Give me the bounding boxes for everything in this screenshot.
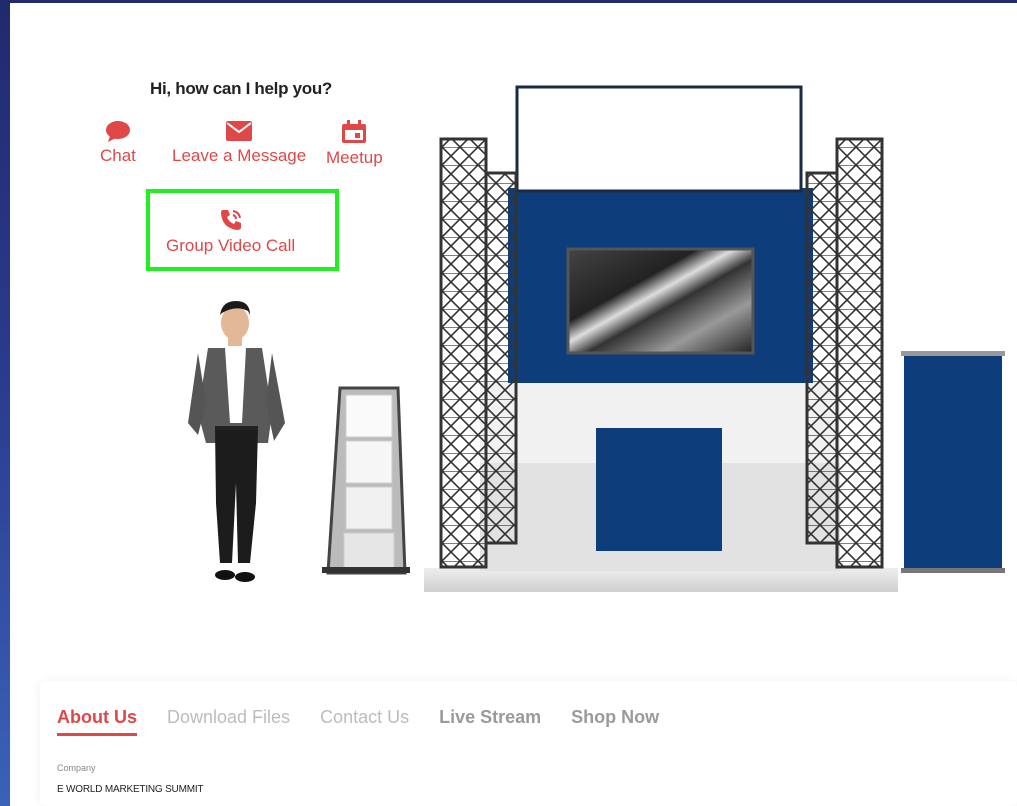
- tab-download-files[interactable]: Download Files: [167, 707, 290, 728]
- envelope-icon: [226, 121, 253, 141]
- calendar-icon: [342, 120, 367, 143]
- help-prompt: Hi, how can I help you?: [150, 79, 333, 98]
- rollup-banner: [904, 355, 1002, 570]
- chat-label: Chat: [100, 146, 136, 165]
- company-label: Company: [57, 763, 96, 773]
- leave-message-button[interactable]: Leave a Message: [172, 120, 306, 166]
- booth-canvas: Hi, how can I help you? Chat Leave a Mes…: [10, 3, 1017, 806]
- tab-about-us[interactable]: About Us: [57, 707, 137, 736]
- meetup-label: Meetup: [326, 148, 383, 167]
- brochure-stand: [322, 386, 410, 575]
- info-panel: About Us Download Files Contact Us Live …: [40, 681, 1017, 806]
- meetup-button[interactable]: Meetup: [326, 120, 383, 168]
- company-name: E WORLD MARKETING SUMMIT: [57, 784, 204, 795]
- booth-header-sign: [515, 85, 803, 193]
- truss-right-outer: [835, 137, 884, 569]
- truss-left-inner: [484, 171, 518, 545]
- booth-representative: [188, 301, 285, 582]
- tab-live-stream[interactable]: Live Stream: [439, 707, 541, 728]
- chat-bubble-icon: [105, 121, 130, 142]
- chat-button[interactable]: Chat: [100, 120, 136, 166]
- booth-tv-screen: [566, 247, 755, 355]
- booth-counter: [596, 428, 722, 551]
- info-tabs: About Us Download Files Contact Us Live …: [57, 707, 689, 736]
- booth-illustration: [188, 85, 1005, 592]
- booth-floor: [424, 568, 898, 592]
- tab-shop-now[interactable]: Shop Now: [571, 707, 659, 728]
- truss-left-outer: [439, 137, 488, 569]
- truss-right-inner: [805, 171, 839, 545]
- leave-message-label: Leave a Message: [172, 146, 307, 165]
- tab-contact-us[interactable]: Contact Us: [320, 707, 409, 728]
- selection-highlight: [146, 189, 339, 271]
